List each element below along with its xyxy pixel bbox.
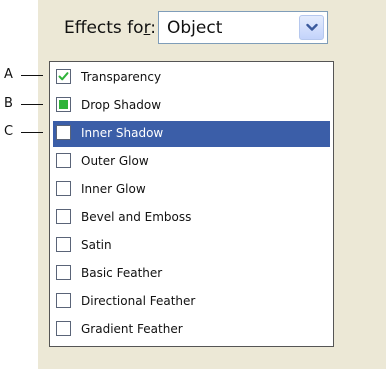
- effect-row-directional-feather[interactable]: Directional Feather: [53, 289, 330, 315]
- effects-for-dropdown[interactable]: Object: [158, 11, 328, 44]
- effect-label: Drop Shadow: [81, 98, 162, 112]
- effect-row-gradient-feather[interactable]: Gradient Feather: [53, 317, 330, 343]
- callout-letter: B: [4, 96, 13, 111]
- chevron-down-icon: [306, 23, 318, 31]
- effects-for-label: Effects for:: [64, 18, 157, 38]
- effect-row-drop-shadow[interactable]: Drop Shadow: [53, 93, 330, 119]
- effect-row-transparency[interactable]: Transparency: [53, 65, 330, 91]
- effects-list[interactable]: Transparency Drop Shadow Inner Shadow Ou…: [49, 61, 334, 347]
- callout-line: [21, 104, 43, 105]
- effect-label: Outer Glow: [81, 154, 149, 168]
- drop-shadow-checkbox[interactable]: [56, 97, 71, 112]
- effect-label: Basic Feather: [81, 266, 163, 280]
- inner-glow-checkbox[interactable]: [56, 181, 71, 196]
- effect-label: Bevel and Emboss: [81, 210, 192, 224]
- outer-glow-checkbox[interactable]: [56, 153, 71, 168]
- callout-line: [21, 75, 43, 76]
- effect-label: Directional Feather: [81, 294, 196, 308]
- effect-label: Inner Shadow: [81, 126, 164, 140]
- inner-shadow-checkbox[interactable]: [56, 125, 71, 140]
- effect-row-satin[interactable]: Satin: [53, 233, 330, 259]
- effect-row-bevel-and-emboss[interactable]: Bevel and Emboss: [53, 205, 330, 231]
- callout-c: C: [4, 124, 48, 140]
- satin-checkbox[interactable]: [56, 237, 71, 252]
- dropdown-arrow-button[interactable]: [299, 15, 324, 40]
- effect-label: Inner Glow: [81, 182, 146, 196]
- callout-a: A: [4, 67, 48, 83]
- callout-b: B: [4, 96, 48, 112]
- effect-label: Satin: [81, 238, 112, 252]
- effect-label: Gradient Feather: [81, 322, 183, 336]
- basic-feather-checkbox[interactable]: [56, 265, 71, 280]
- directional-feather-checkbox[interactable]: [56, 293, 71, 308]
- transparency-checkbox[interactable]: [56, 69, 71, 84]
- effect-row-outer-glow[interactable]: Outer Glow: [53, 149, 330, 175]
- effect-row-inner-glow[interactable]: Inner Glow: [53, 177, 330, 203]
- gradient-feather-checkbox[interactable]: [56, 321, 71, 336]
- callout-line: [21, 132, 43, 133]
- effect-row-basic-feather[interactable]: Basic Feather: [53, 261, 330, 287]
- effect-label: Transparency: [81, 70, 162, 84]
- checkmark-icon: [58, 72, 69, 81]
- callout-letter: A: [4, 67, 13, 82]
- effects-for-value: Object: [167, 18, 223, 38]
- effect-row-inner-shadow[interactable]: Inner Shadow: [53, 121, 330, 147]
- bevel-and-emboss-checkbox[interactable]: [56, 209, 71, 224]
- callout-letter: C: [4, 124, 14, 139]
